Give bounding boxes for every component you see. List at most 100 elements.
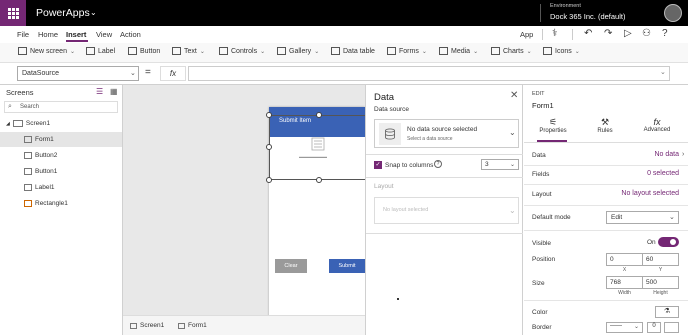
submit-button[interactable]: Submit bbox=[329, 259, 365, 273]
app-launcher-icon[interactable] bbox=[0, 0, 26, 26]
icons-button[interactable]: Icons ⌄ bbox=[543, 47, 580, 55]
button-button[interactable]: Button bbox=[128, 47, 160, 55]
resize-handle[interactable] bbox=[266, 112, 272, 118]
play-icon[interactable]: ▷ bbox=[624, 28, 632, 39]
text-button[interactable]: Text ⌄ bbox=[172, 47, 205, 55]
layout-value-link[interactable]: No layout selected bbox=[604, 190, 679, 197]
resize-handle[interactable] bbox=[266, 144, 272, 150]
breadcrumb-form1[interactable]: Form1 bbox=[178, 322, 207, 329]
chevron-down-icon: ⌄ bbox=[69, 48, 75, 55]
tab-label: Properties bbox=[539, 128, 567, 134]
data-flyout: Data ✕ Data source No data source select… bbox=[365, 85, 523, 335]
fx-icon: fx bbox=[653, 117, 661, 127]
screen-icon bbox=[12, 120, 23, 127]
data-value-link[interactable]: No data bbox=[624, 151, 679, 158]
resize-handle[interactable] bbox=[316, 177, 322, 183]
edit-label: EDIT bbox=[532, 91, 545, 97]
chevron-down-icon: ⌄ bbox=[130, 70, 136, 77]
menu-view[interactable]: View bbox=[96, 30, 112, 39]
rules-icon: ⚒ bbox=[600, 117, 610, 127]
thumbnail-view-icon[interactable]: ▦ bbox=[110, 87, 118, 96]
label-button[interactable]: Label bbox=[86, 47, 115, 55]
size-width-input[interactable]: 768 bbox=[606, 276, 643, 289]
chevron-right-icon[interactable]: › bbox=[682, 151, 684, 158]
border-label: Border bbox=[532, 324, 552, 331]
control-name: Form1 bbox=[532, 101, 554, 110]
menu-action[interactable]: Action bbox=[120, 30, 141, 39]
rectangle-icon bbox=[24, 200, 32, 207]
environment-value[interactable]: Dock 365 Inc. (default) bbox=[550, 12, 625, 21]
breadcrumb-screen1[interactable]: Screen1 bbox=[130, 322, 164, 329]
data-table-button[interactable]: Data table bbox=[331, 47, 375, 55]
label-icon bbox=[24, 184, 32, 191]
app-name[interactable]: PowerApps bbox=[36, 7, 90, 19]
tree-item-label: Form1 bbox=[35, 136, 54, 143]
menu-home[interactable]: Home bbox=[38, 30, 58, 39]
tree-item-screen1[interactable]: ◢ Screen1 bbox=[0, 116, 122, 131]
clear-button[interactable]: Clear bbox=[275, 259, 307, 273]
border-color-picker[interactable] bbox=[664, 322, 679, 333]
snap-to-columns-checkbox[interactable]: ✓ bbox=[374, 161, 382, 169]
button-icon bbox=[24, 168, 32, 175]
toggle-knob bbox=[670, 239, 676, 245]
user-avatar-icon[interactable] bbox=[664, 4, 682, 22]
tree-item-form1[interactable]: Form1 bbox=[0, 132, 122, 147]
resize-handle[interactable] bbox=[316, 112, 322, 118]
default-mode-dropdown[interactable]: Edit ⌄ bbox=[606, 211, 679, 224]
chevron-down-icon[interactable]: ⌄ bbox=[90, 8, 97, 17]
new-screen-label: New screen bbox=[30, 47, 67, 55]
gallery-button[interactable]: Gallery ⌄ bbox=[277, 47, 319, 55]
fx-button[interactable]: fx bbox=[160, 66, 186, 81]
divider bbox=[524, 300, 688, 301]
divider bbox=[366, 154, 523, 155]
tab-rules[interactable]: ⚒ Rules bbox=[578, 117, 632, 134]
close-icon[interactable]: ✕ bbox=[510, 90, 518, 101]
breadcrumb-label: Form1 bbox=[188, 322, 207, 329]
undo-icon[interactable]: ↶ bbox=[584, 28, 592, 39]
position-label: Position bbox=[532, 256, 556, 263]
screens-title: Screens bbox=[6, 88, 34, 97]
size-height-input[interactable]: 500 bbox=[642, 276, 679, 289]
redo-icon[interactable]: ↷ bbox=[604, 28, 612, 39]
new-screen-button[interactable]: New screen ⌄ bbox=[18, 47, 75, 55]
border-style-dropdown[interactable]: —— ⌄ bbox=[606, 322, 643, 333]
fields-value-link[interactable]: 0 selected bbox=[624, 170, 679, 177]
menu-insert[interactable]: Insert bbox=[66, 30, 86, 39]
formula-input[interactable] bbox=[188, 66, 670, 81]
list-view-icon[interactable]: ☰ bbox=[96, 87, 103, 96]
tree-item-rectangle1[interactable]: Rectangle1 bbox=[0, 196, 122, 211]
app-settings-button[interactable]: App bbox=[520, 30, 533, 39]
app-checker-icon[interactable]: ⚕ bbox=[552, 28, 557, 39]
tree-item-label1[interactable]: Label1 bbox=[0, 180, 122, 195]
menu-file[interactable]: File bbox=[17, 30, 29, 39]
info-icon[interactable]: ? bbox=[434, 160, 442, 168]
search-icon: ⌕ bbox=[8, 103, 12, 110]
data-source-dropdown[interactable]: No data source selected Select a data so… bbox=[374, 119, 519, 148]
expand-formula-icon[interactable]: ⌄ bbox=[660, 68, 666, 76]
controls-button[interactable]: Controls ⌄ bbox=[219, 47, 265, 55]
forms-button[interactable]: Forms ⌄ bbox=[387, 47, 427, 55]
height-caption: Height bbox=[653, 290, 668, 296]
resize-handle[interactable] bbox=[266, 177, 272, 183]
form-placeholder-text: ▬▬▬▬▬▬▬ bbox=[299, 154, 327, 159]
tab-advanced[interactable]: fx Advanced bbox=[630, 117, 684, 133]
tree-item-button1[interactable]: Button1 bbox=[0, 164, 122, 179]
button-icon bbox=[24, 152, 32, 159]
chevron-down-icon: ⌄ bbox=[574, 48, 580, 55]
tab-properties[interactable]: ⚟ Properties bbox=[526, 117, 580, 134]
divider bbox=[524, 230, 688, 231]
tree-item-button2[interactable]: Button2 bbox=[0, 148, 122, 163]
charts-button[interactable]: Charts ⌄ bbox=[491, 47, 532, 55]
position-y-input[interactable]: 60 bbox=[642, 253, 679, 266]
search-placeholder: Search bbox=[20, 104, 40, 110]
columns-value: 3 bbox=[485, 161, 489, 168]
search-input[interactable]: ⌕ Search bbox=[4, 101, 118, 113]
position-x-input[interactable]: 0 bbox=[606, 253, 643, 266]
border-width-input[interactable]: 0 bbox=[647, 322, 661, 333]
columns-dropdown[interactable]: 3 ⌄ bbox=[481, 159, 519, 170]
property-dropdown[interactable]: DataSource ⌄ bbox=[17, 66, 139, 81]
media-button[interactable]: Media ⌄ bbox=[439, 47, 478, 55]
share-icon[interactable]: ⚇ bbox=[642, 28, 651, 39]
help-icon[interactable]: ? bbox=[662, 28, 668, 39]
color-picker-button[interactable]: ⚗ bbox=[655, 306, 679, 318]
